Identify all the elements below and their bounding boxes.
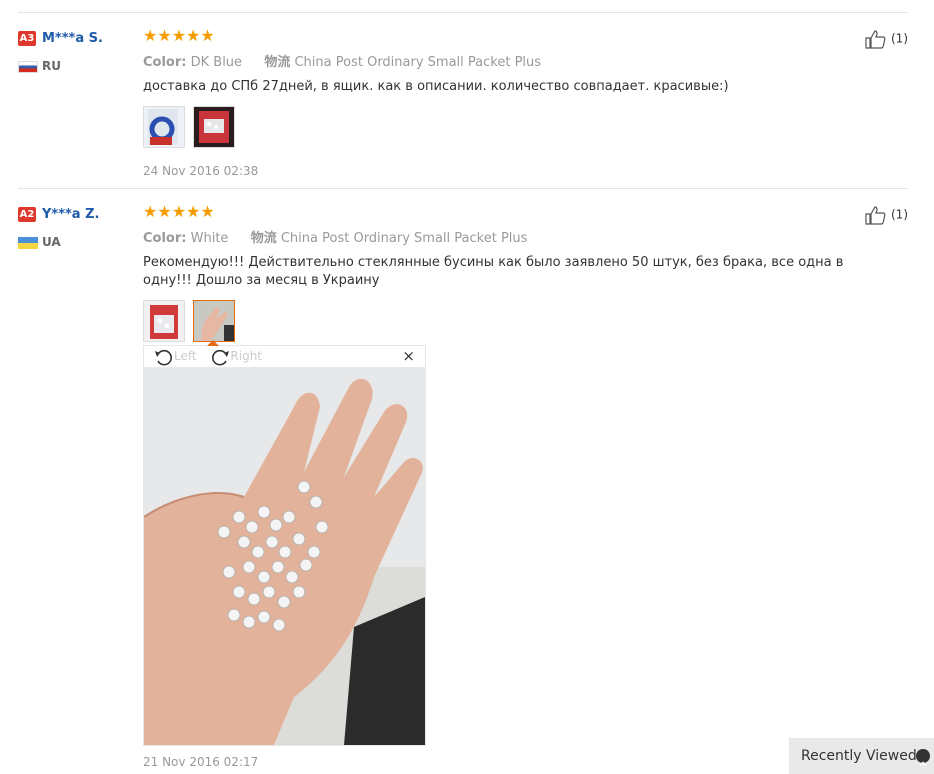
review-item: A3 M***a S. RU ★★★★★ Color: DK Blue 物流 Ch… [18,12,908,189]
review-body: ★★★★★ Color: White 物流 China Post Ordinar… [143,202,893,349]
helpful-button[interactable]: (1) [865,205,908,225]
shipping-value: China Post Ordinary Small Packet Plus [294,55,542,70]
recently-viewed-label: Recently Viewed [801,748,917,764]
helpful-count: (1) [891,31,908,46]
thumbs-up-icon [865,30,886,49]
rotate-left-label: Left [174,349,197,363]
recently-viewed-button[interactable]: Recently Viewed [789,738,934,774]
shipping-label: 物流 [264,55,291,70]
helpful-button[interactable]: (1) [865,29,908,49]
photo-viewer: Left Right × [143,340,426,746]
country-code: UA [42,235,61,249]
review-photo-thumbnail[interactable] [193,106,236,148]
review-meta: Color: White 物流 China Post Ordinary Smal… [143,227,893,246]
rotate-right-icon [212,349,230,365]
review-photos [143,300,893,349]
color-label: Color: [143,231,187,246]
star-rating: ★★★★★ [143,26,215,45]
review-text: доставка до СПб 27дней, в ящик. как в оп… [143,79,729,94]
review-item: A2 Y***a Z. UA ★★★★★ Color: White 物流 Chin… [18,189,908,774]
reviewer-country: UA [18,235,138,249]
review-text: Рекомендую!!! Действительно стеклянные б… [143,255,844,288]
review-date: 24 Nov 2016 02:38 [143,164,259,178]
star-rating: ★★★★★ [143,202,215,221]
close-icon[interactable]: × [402,346,415,367]
buyer-level-badge: A2 [18,207,36,222]
review-photo-large [144,367,425,745]
viewer-pointer [207,340,219,346]
country-code: RU [42,59,61,73]
reviewer-name[interactable]: M***a S. [42,31,103,46]
rotate-right-button[interactable]: Right [210,349,263,365]
rotate-left-button[interactable]: Left [154,349,200,365]
color-label: Color: [143,55,187,70]
review-photo-thumbnail[interactable] [143,106,185,148]
review-photo-thumbnail[interactable] [143,300,185,342]
reviewer-name[interactable]: Y***a Z. [42,207,99,222]
reviewer-info: A2 Y***a Z. UA [18,204,138,249]
color-value: White [190,231,229,246]
review-photos [143,106,893,150]
thumbs-up-icon [865,206,886,225]
review-body: ★★★★★ Color: DK Blue 物流 China Post Ordin… [143,27,893,178]
rotate-right-label: Right [230,349,263,363]
review-photo-thumbnail-selected[interactable] [193,300,236,349]
shipping-label: 物流 [250,231,277,246]
reviewer-country: RU [18,59,138,73]
review-date: 21 Nov 2016 02:17 [143,755,259,769]
rotate-left-icon [155,349,172,365]
reviewer-info: A3 M***a S. RU [18,28,138,73]
flag-ru-icon [18,60,38,73]
photo-viewer-toolbar: Left Right × [144,346,425,367]
helpful-count: (1) [891,207,908,222]
chevron-up-icon [916,749,930,767]
review-meta: Color: DK Blue 物流 China Post Ordinary Sm… [143,51,893,70]
buyer-level-badge: A3 [18,31,36,46]
color-value: DK Blue [190,55,243,70]
shipping-value: China Post Ordinary Small Packet Plus [280,231,528,246]
flag-ua-icon [18,236,38,249]
